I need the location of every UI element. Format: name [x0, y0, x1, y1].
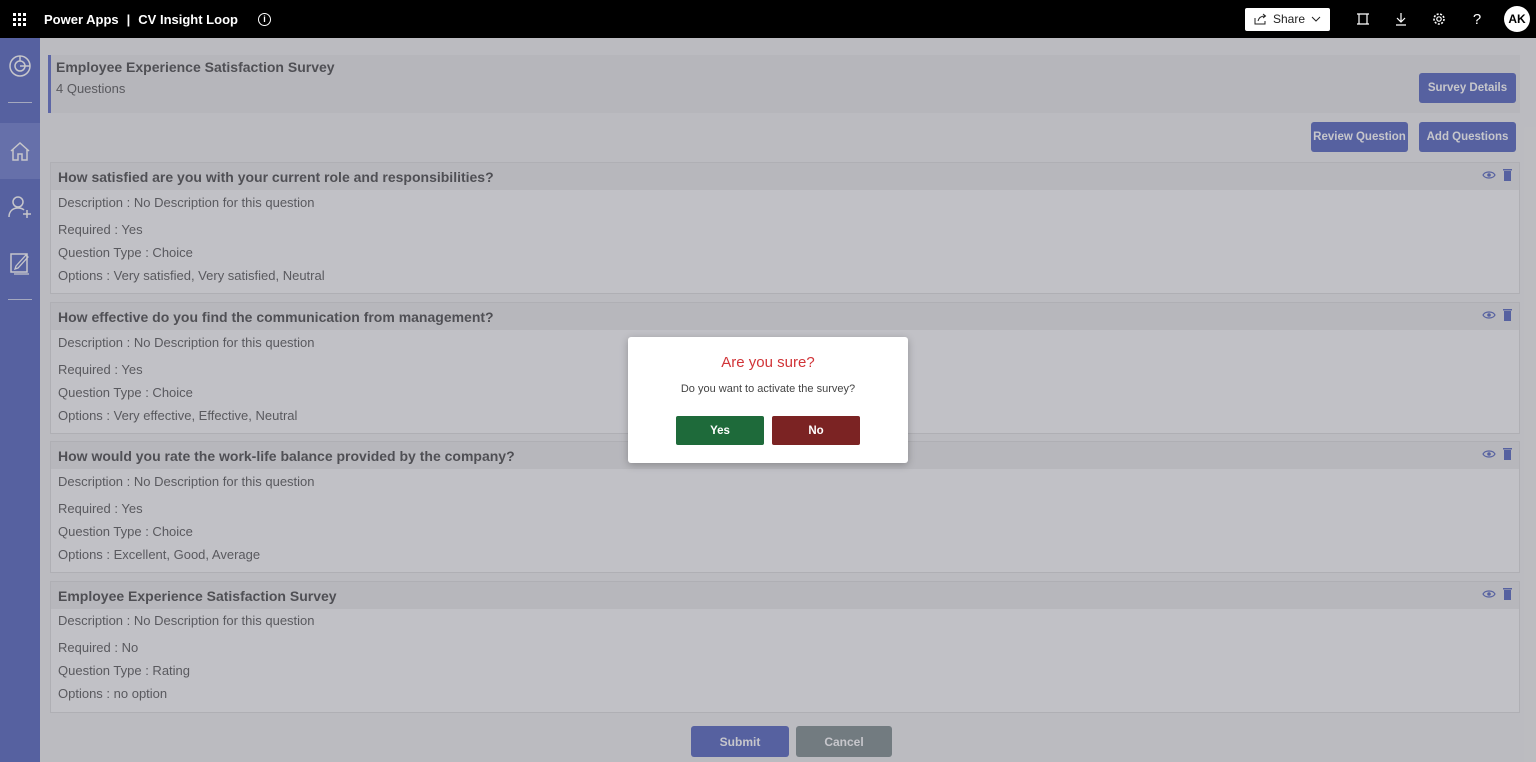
settings-button[interactable]	[1420, 0, 1458, 38]
confirm-yes-button[interactable]: Yes	[676, 416, 764, 445]
help-icon: ?	[1472, 10, 1482, 28]
info-icon[interactable]: i	[257, 12, 271, 26]
waffle-icon	[12, 12, 26, 26]
top-bar: Power Apps | CV Insight Loop i Share ? A…	[0, 0, 1536, 38]
title-separator: |	[126, 11, 131, 27]
download-button[interactable]	[1382, 0, 1420, 38]
dialog-title: Are you sure?	[721, 354, 815, 371]
avatar[interactable]: AK	[1504, 6, 1530, 32]
chevron-down-icon	[1311, 16, 1321, 22]
share-button[interactable]: Share	[1245, 7, 1330, 31]
download-icon	[1396, 13, 1406, 26]
fit-to-screen-button[interactable]	[1344, 0, 1382, 38]
share-icon	[1254, 13, 1267, 25]
fit-screen-icon	[1357, 13, 1369, 25]
dialog-message: Do you want to activate the survey?	[680, 383, 856, 395]
gear-icon	[1433, 13, 1445, 25]
help-button[interactable]: ?	[1458, 0, 1496, 38]
share-label: Share	[1272, 12, 1306, 26]
app-name: CV Insight Loop	[138, 11, 238, 27]
confirm-no-button[interactable]: No	[772, 416, 860, 445]
app-launcher-button[interactable]	[0, 0, 38, 38]
product-name: Power Apps	[44, 11, 119, 27]
top-bar-actions: Share ? AK	[1245, 0, 1536, 38]
confirm-dialog: Are you sure? Do you want to activate th…	[628, 337, 908, 463]
